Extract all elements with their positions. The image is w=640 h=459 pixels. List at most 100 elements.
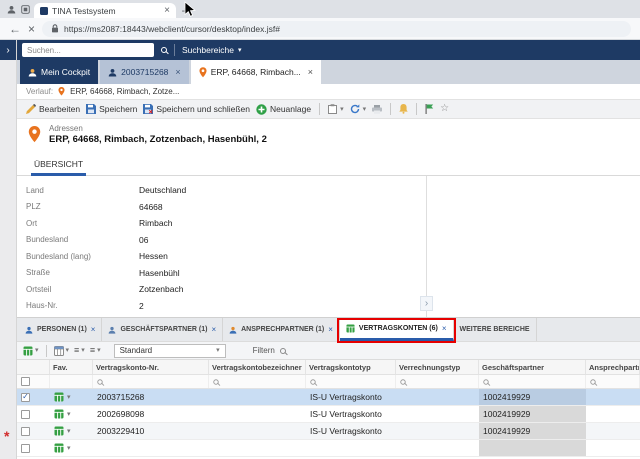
cell-vertragskontotyp: IS-U Vertragskonto xyxy=(306,423,396,439)
fav-dropdown-icon[interactable]: ▾ xyxy=(67,394,71,401)
view-selector[interactable]: Standard ▾ xyxy=(114,344,226,358)
table-icon xyxy=(23,346,33,356)
person-icon xyxy=(25,326,33,334)
paste-button[interactable]: ▾ xyxy=(328,104,344,114)
list-icon: ≡ xyxy=(90,346,95,355)
section-tab-geschaeftspartner[interactable]: GESCHÄFTSPARTNER (1) × xyxy=(102,318,223,341)
close-icon[interactable]: × xyxy=(442,324,447,333)
cell-verrechnungstyp xyxy=(396,406,479,422)
column-filter-icon[interactable] xyxy=(213,379,218,384)
fav-dropdown-icon[interactable]: ▾ xyxy=(67,428,71,435)
record-category: Adressen xyxy=(49,124,267,133)
select-all-checkbox[interactable] xyxy=(21,377,30,386)
header-vertragskontotyp[interactable]: Vertragskontotyp xyxy=(306,360,396,374)
fav-table-icon[interactable] xyxy=(54,409,64,419)
record-header: Adressen ERP, 64668, Rimbach, Zotzenbach… xyxy=(17,119,640,150)
view-menu-button[interactable]: ≡ ▾ xyxy=(74,346,85,355)
favorites-marker-icon[interactable]: * xyxy=(4,428,9,444)
global-search-input[interactable] xyxy=(22,43,154,57)
table-menu-button[interactable]: ▾ xyxy=(23,346,39,356)
lock-icon xyxy=(51,24,59,33)
close-icon[interactable]: × xyxy=(175,67,180,77)
back-button[interactable]: ← xyxy=(9,23,21,35)
tab-close-icon[interactable]: × xyxy=(164,6,170,16)
refresh-icon xyxy=(350,104,360,114)
flag-icon xyxy=(425,104,434,114)
flag-button[interactable] xyxy=(425,104,434,114)
form-field-row: Bundesland 06 xyxy=(17,232,426,249)
column-filter-icon[interactable] xyxy=(97,379,102,384)
app-tab-erp-rimbach[interactable]: ERP, 64668, Rimbach... × xyxy=(191,60,321,84)
app-tab-mein-cockpit[interactable]: Mein Cockpit xyxy=(20,60,98,84)
chevron-down-icon: ▾ xyxy=(81,347,85,354)
profile-icon[interactable] xyxy=(7,5,16,14)
app-tab-2003715268[interactable]: 2003715268 × xyxy=(100,60,189,84)
workspaces-icon[interactable] xyxy=(21,5,30,14)
history-entry[interactable]: ERP, 64668, Rimbach, Zotze... xyxy=(70,87,179,96)
panel-splitter-handle[interactable]: › xyxy=(420,296,433,311)
header-geschaeftspartner[interactable]: Geschäftspartner xyxy=(479,360,586,374)
header-ansprechpartner[interactable]: Ansprechpartner xyxy=(586,360,640,374)
column-filter-icon[interactable] xyxy=(310,379,315,384)
fav-table-icon[interactable] xyxy=(54,426,64,436)
refresh-button[interactable]: ▾ xyxy=(350,104,367,114)
reminder-button[interactable] xyxy=(399,104,408,114)
sidebar-expand-button[interactable]: › xyxy=(0,40,16,60)
tab-uebersicht[interactable]: ÜBERSICHT xyxy=(31,159,86,176)
fav-table-icon[interactable] xyxy=(54,443,64,453)
row-checkbox[interactable] xyxy=(21,427,30,436)
columns-button[interactable]: ▾ xyxy=(54,346,70,356)
fav-dropdown-icon[interactable]: ▾ xyxy=(67,411,71,418)
header-vertragskontobezeichner[interactable]: Vertragskontobezeichner xyxy=(209,360,306,374)
edit-button[interactable]: Bearbeiten xyxy=(26,104,80,114)
column-filter-icon[interactable] xyxy=(483,379,488,384)
section-tab-ansprechpartner[interactable]: ANSPRECHPARTNER (1) × xyxy=(223,318,340,341)
column-filter-icon[interactable] xyxy=(590,379,595,384)
close-icon[interactable]: × xyxy=(328,325,333,334)
search-areas-dropdown[interactable]: Suchbereiche ▾ xyxy=(182,45,242,55)
columns-icon xyxy=(54,346,64,356)
cell-geschaeftspartner: 1002419929 xyxy=(479,406,586,422)
field-label: Bundesland (lang) xyxy=(26,252,139,261)
row-checkbox[interactable] xyxy=(21,410,30,419)
section-tab-weitere-bereiche[interactable]: WEITERE BEREICHE xyxy=(454,318,537,341)
table-row[interactable]: ▾ 2003229410 IS-U Vertragskonto 10024199… xyxy=(17,423,640,440)
fav-dropdown-icon[interactable]: ▾ xyxy=(67,445,71,452)
search-icon[interactable] xyxy=(161,47,167,53)
header-verrechnungstyp[interactable]: Verrechnungstyp xyxy=(396,360,479,374)
chevron-down-icon: ▾ xyxy=(35,347,39,354)
header-fav[interactable]: Fav. xyxy=(50,360,93,374)
row-checkbox[interactable] xyxy=(21,444,30,453)
divider xyxy=(390,103,391,115)
browser-tab[interactable]: TINA Testsystem × xyxy=(34,3,176,18)
cell-verrechnungstyp xyxy=(396,440,479,456)
close-icon[interactable]: × xyxy=(91,325,96,334)
fav-table-icon[interactable] xyxy=(54,392,64,402)
create-button[interactable]: Neuanlage xyxy=(256,104,311,115)
column-filter-icon[interactable] xyxy=(400,379,405,384)
section-tab-personen[interactable]: PERSONEN (1) × xyxy=(19,318,102,341)
filter-search-icon[interactable] xyxy=(280,348,286,354)
table-row[interactable]: ▾ xyxy=(17,440,640,457)
layout-menu-button[interactable]: ≡ ▾ xyxy=(90,346,101,355)
header-vertragskonto-nr[interactable]: Vertragskonto-Nr. xyxy=(93,360,209,374)
table-row[interactable]: ▾ 2002698098 IS-U Vertragskonto 10024199… xyxy=(17,406,640,423)
pencil-icon xyxy=(26,104,36,114)
left-sidebar-strip: › * xyxy=(0,40,17,459)
favorite-button[interactable]: ☆ xyxy=(440,104,449,114)
stop-button[interactable]: × xyxy=(28,23,35,35)
row-checkbox[interactable]: ✓ xyxy=(21,393,30,402)
menu-icon: ≡ xyxy=(74,346,79,355)
save-and-close-button[interactable]: Speichern und schließen xyxy=(143,104,250,114)
close-icon[interactable]: × xyxy=(308,67,313,77)
address-bar[interactable]: https://ms2087:18443/webclient/cursor/de… xyxy=(42,21,631,37)
section-tab-vertragskonten[interactable]: VERTRAGSKONTEN (6) × xyxy=(340,318,454,341)
cell-ansprechpartner xyxy=(586,406,640,422)
form-field-row: Straße Hasenbühl xyxy=(17,265,426,282)
print-button[interactable] xyxy=(372,105,382,114)
close-icon[interactable]: × xyxy=(211,325,216,334)
save-button[interactable]: Speichern xyxy=(86,104,137,114)
cell-ansprechpartner xyxy=(586,389,640,405)
table-row[interactable]: ✓ ▾ 2003715268 IS-U Vertragskonto 100241… xyxy=(17,389,640,406)
field-value: Deutschland xyxy=(139,185,186,195)
